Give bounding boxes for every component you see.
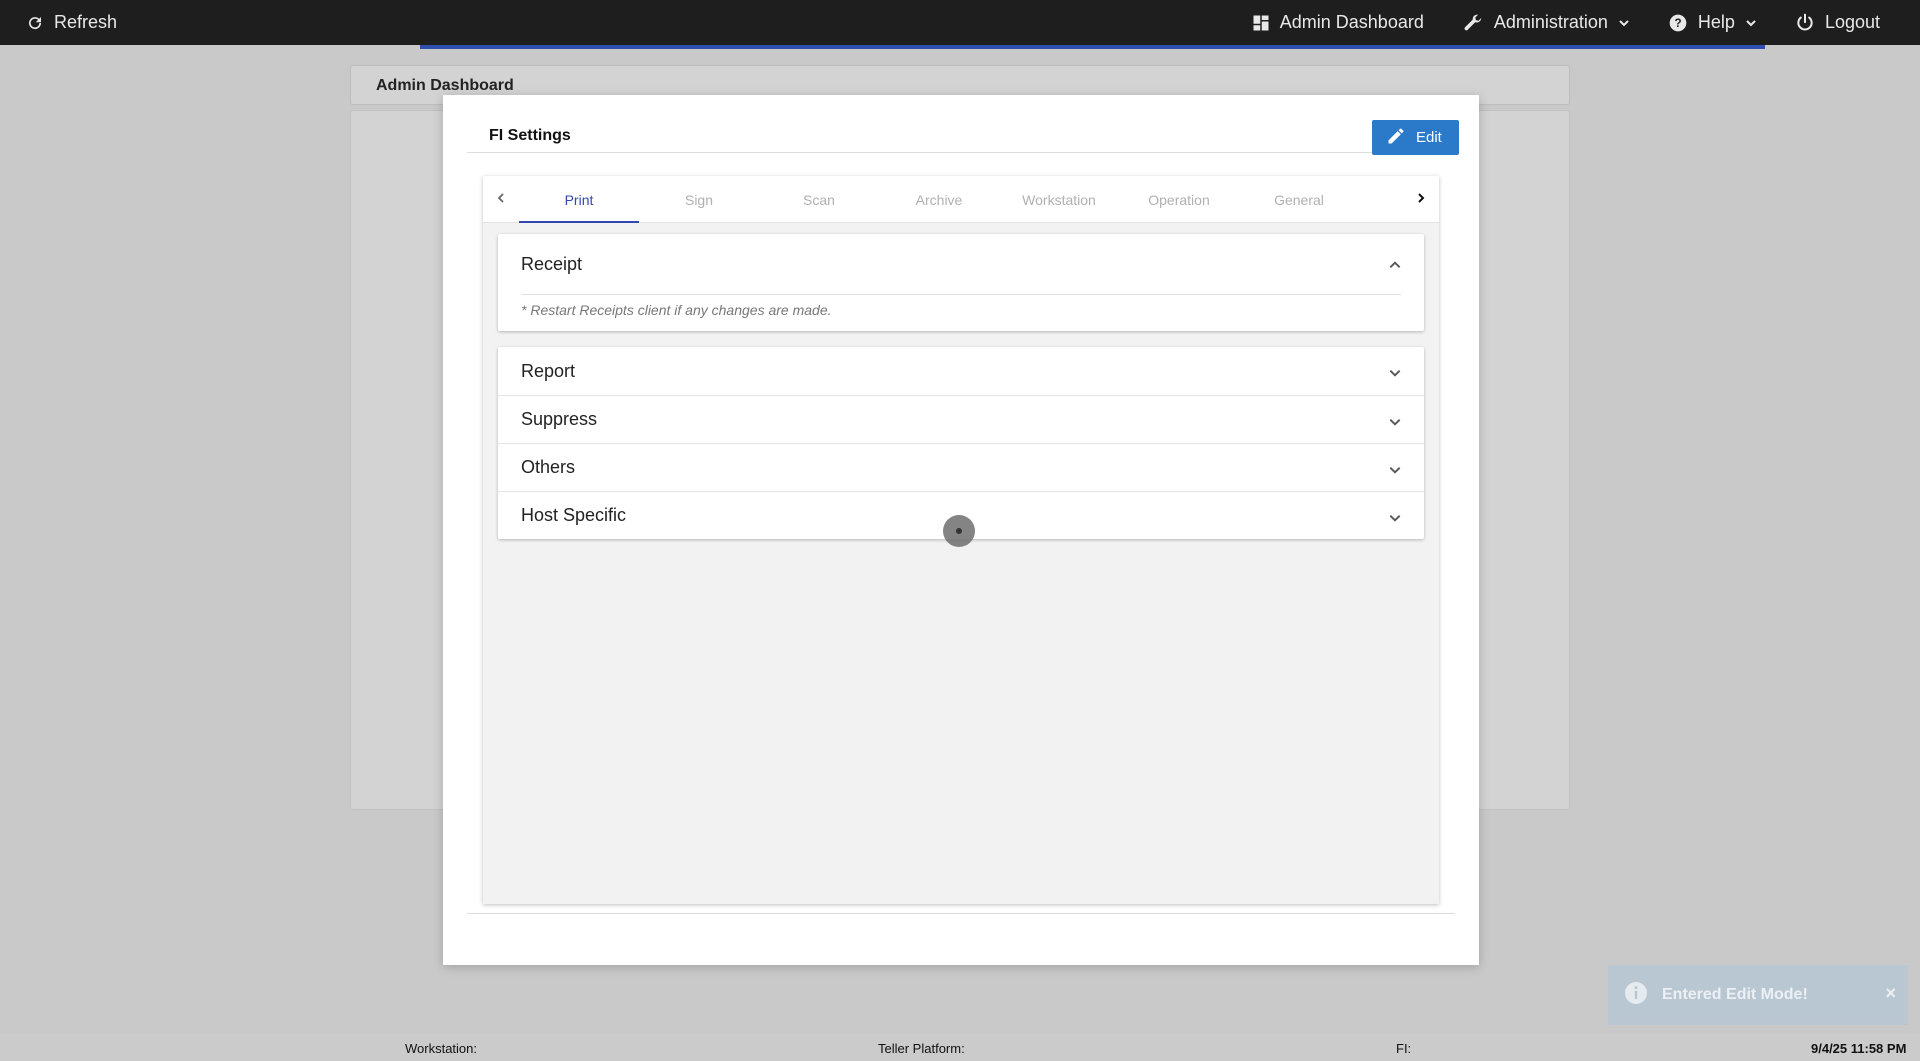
status-teller-platform: Teller Platform:	[878, 1041, 965, 1056]
wrench-icon	[1462, 12, 1484, 34]
suppress-label: Suppress	[521, 409, 598, 429]
tab-f-partial[interactable]: F	[1359, 176, 1405, 223]
tab-print[interactable]: Print	[519, 176, 639, 223]
report-section[interactable]: Report	[498, 347, 1424, 395]
receipt-section: Receipt * Restart Receipts client if any…	[498, 234, 1424, 331]
suppress-section[interactable]: Suppress	[498, 395, 1424, 443]
report-label: Report	[521, 360, 576, 381]
chevron-down-icon	[1618, 17, 1630, 29]
tabs: Print Sign Scan Archive Workstation Oper…	[519, 176, 1405, 223]
pencil-icon	[1386, 126, 1406, 150]
chevron-down-icon	[1388, 509, 1402, 530]
collapsed-sections: Report Suppress Others Host Specific	[498, 347, 1424, 539]
mouse-cursor-indicator	[943, 515, 975, 547]
nav-logout[interactable]: Logout	[1795, 12, 1880, 33]
edit-button[interactable]: Edit	[1372, 120, 1459, 155]
svg-text:?: ?	[1674, 17, 1681, 30]
receipt-header[interactable]: Receipt	[498, 234, 1424, 294]
help-icon: ?	[1668, 13, 1688, 33]
refresh-icon	[26, 14, 44, 32]
nav-help[interactable]: ? Help	[1668, 12, 1757, 33]
info-icon	[1624, 981, 1648, 1010]
modal-header: FI Settings	[467, 119, 1455, 153]
chevron-down-icon	[1388, 413, 1402, 434]
dashboard-icon	[1252, 14, 1270, 32]
tab-workstation[interactable]: Workstation	[999, 176, 1119, 223]
nav-admin-dashboard[interactable]: Admin Dashboard	[1252, 12, 1424, 33]
toast-message: Entered Edit Mode!	[1662, 986, 1808, 1003]
tabs-viewport: Print Sign Scan Archive Workstation Oper…	[519, 176, 1405, 223]
tab-scroll-right[interactable]	[1409, 188, 1433, 212]
edit-label: Edit	[1416, 129, 1442, 146]
dashboard-title: Admin Dashboard	[376, 77, 514, 94]
host-specific-label: Host Specific	[521, 505, 627, 525]
tab-sign[interactable]: Sign	[639, 176, 759, 223]
chevron-down-icon	[1745, 17, 1757, 29]
receipt-divider	[521, 294, 1401, 295]
others-section[interactable]: Others	[498, 443, 1424, 491]
close-icon[interactable]: ×	[1885, 983, 1896, 1004]
nav-administration-label: Administration	[1493, 12, 1608, 32]
chevron-left-icon	[495, 191, 507, 209]
refresh-label: Refresh	[54, 12, 118, 32]
nav-admin-dashboard-label: Admin Dashboard	[1279, 12, 1424, 32]
tab-operation[interactable]: Operation	[1119, 176, 1239, 223]
status-datetime: 9/4/25 11:58 PM	[1811, 1041, 1907, 1056]
status-fi: FI:	[1396, 1041, 1412, 1056]
toast-notification: Entered Edit Mode! ×	[1608, 965, 1908, 1025]
power-icon	[1795, 13, 1815, 33]
chevron-right-icon	[1415, 191, 1427, 209]
chevron-up-icon	[1388, 256, 1402, 277]
chevron-down-icon	[1388, 461, 1402, 482]
tab-scan[interactable]: Scan	[759, 176, 879, 223]
receipt-label: Receipt	[521, 253, 583, 274]
modal-title: FI Settings	[489, 127, 571, 144]
chevron-down-icon	[1388, 364, 1402, 385]
modal-footer-divider	[467, 913, 1455, 914]
navbar-accent-bar	[420, 45, 1765, 49]
refresh-button[interactable]: Refresh	[26, 0, 117, 45]
others-label: Others	[521, 457, 576, 477]
nav-administration[interactable]: Administration	[1462, 12, 1630, 34]
tab-scroll-left[interactable]	[489, 188, 513, 212]
status-bar: Workstation: Teller Platform: FI: 9/4/25…	[0, 1033, 1920, 1061]
tab-archive[interactable]: Archive	[879, 176, 999, 223]
receipt-note: * Restart Receipts client if any changes…	[521, 302, 832, 318]
top-navbar: Refresh Admin Dashboard Administration ?…	[0, 0, 1920, 49]
tab-bar: Print Sign Scan Archive Workstation Oper…	[483, 176, 1439, 223]
nav-logout-label: Logout	[1824, 12, 1880, 32]
tab-general[interactable]: General	[1239, 176, 1359, 223]
nav-help-label: Help	[1697, 12, 1735, 32]
status-workstation: Workstation:	[405, 1041, 478, 1056]
